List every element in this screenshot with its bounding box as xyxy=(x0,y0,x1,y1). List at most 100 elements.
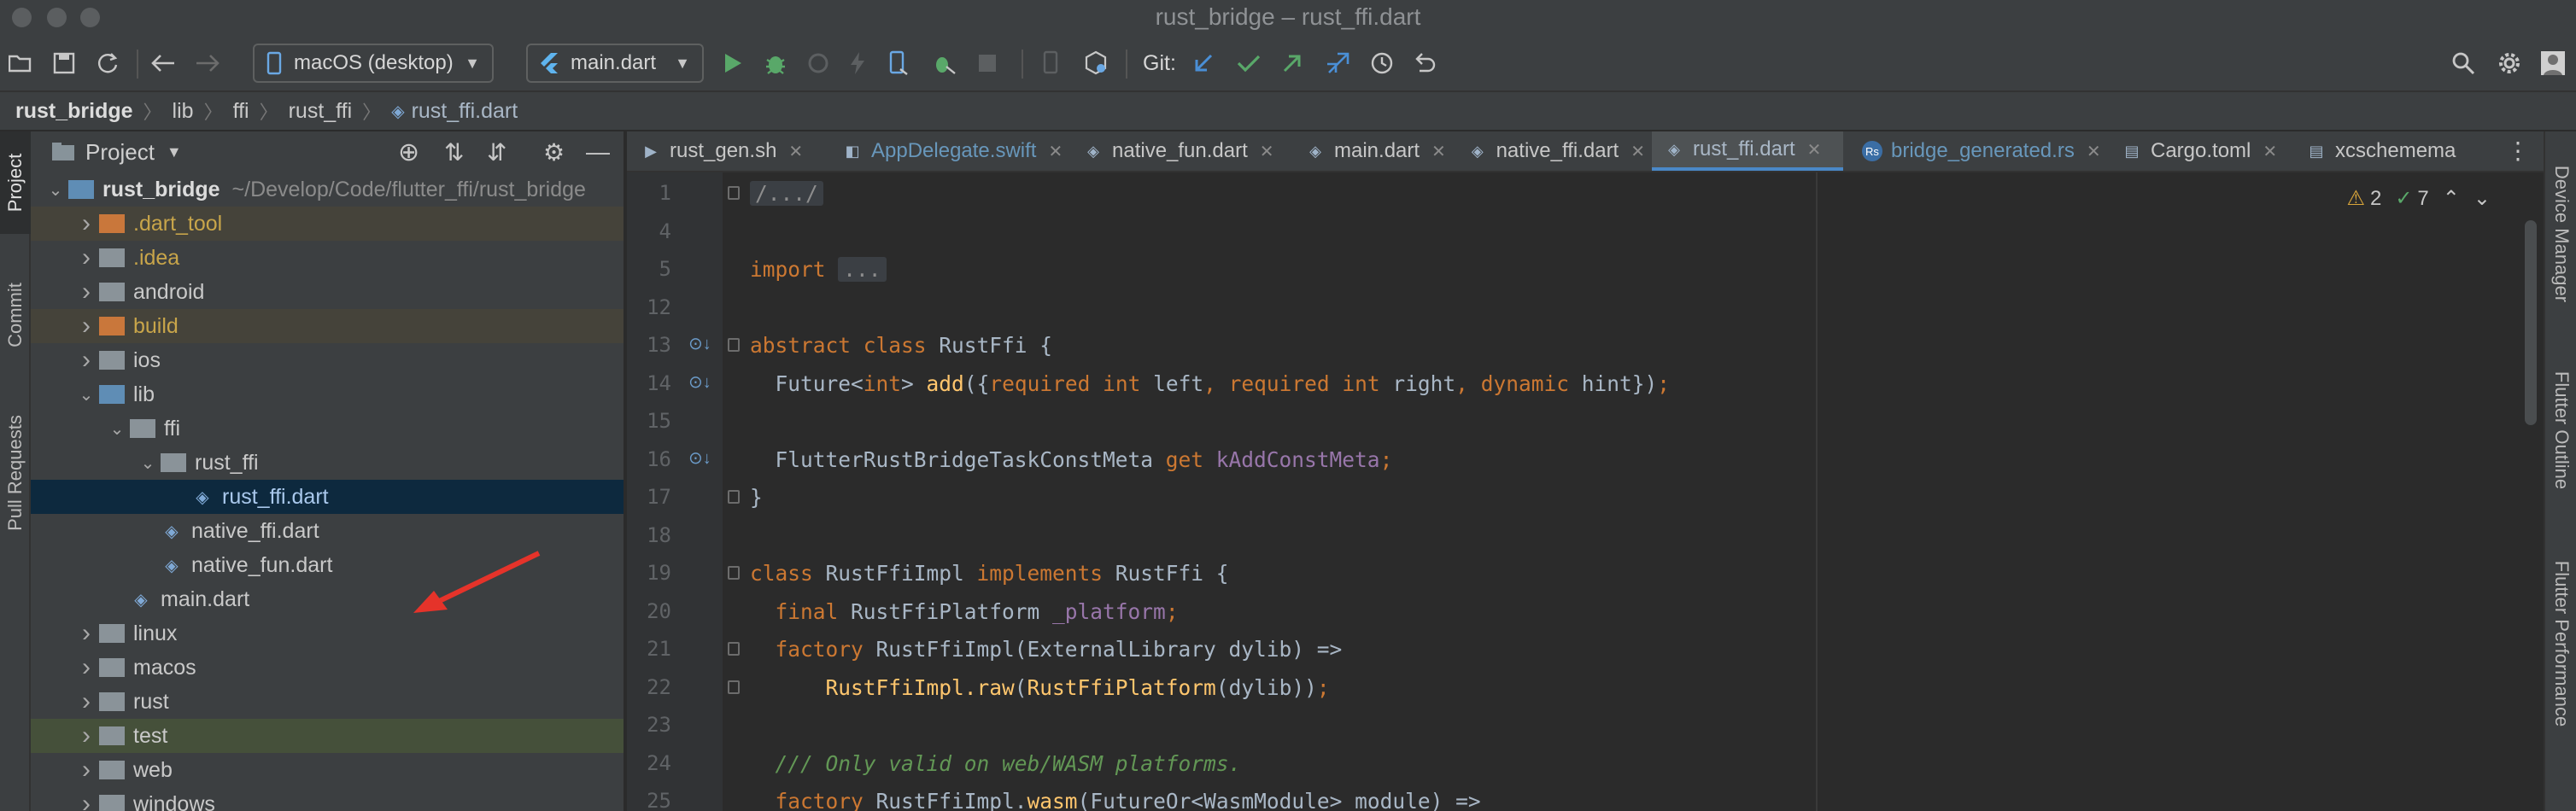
code-line[interactable]: abstract class RustFfi { xyxy=(750,333,1052,358)
git-merge-icon[interactable] xyxy=(1326,48,1351,79)
chevron-right-icon[interactable]: › xyxy=(73,756,99,785)
git-update-icon[interactable] xyxy=(1192,48,1215,79)
search-icon[interactable] xyxy=(2451,48,2475,79)
tool-tab-pull-requests[interactable]: Pull Requests xyxy=(0,388,31,558)
tree-item[interactable]: › .dart_tool xyxy=(31,207,624,241)
editor-tab[interactable]: ▶ rust_gen.sh ✕ xyxy=(629,131,823,171)
tool-tab-commit[interactable]: Commit xyxy=(0,251,31,379)
code-line[interactable]: factory RustFfiImpl.wasm(FutureOr<WasmMo… xyxy=(750,789,1481,811)
tool-tab-flutter-outline[interactable]: Flutter Outline xyxy=(2545,353,2576,507)
close-icon[interactable]: ✕ xyxy=(1260,141,1274,162)
close-icon[interactable]: ✕ xyxy=(1807,139,1822,160)
code-line[interactable]: factory RustFfiImpl(ExternalLibrary dyli… xyxy=(750,637,1343,662)
history-clock-icon[interactable] xyxy=(1370,48,1394,79)
tree-item[interactable]: ⌄ rust_ffi xyxy=(31,446,624,480)
chevron-up-icon[interactable]: ⌃ xyxy=(2443,186,2460,211)
tree-item[interactable]: › linux xyxy=(31,616,624,651)
chevron-right-icon[interactable]: › xyxy=(73,653,99,682)
fold-marker-icon[interactable] xyxy=(728,680,740,694)
chevron-right-icon[interactable]: › xyxy=(73,312,99,341)
chevron-right-icon[interactable]: › xyxy=(73,721,99,750)
chevron-right-icon[interactable]: › xyxy=(73,790,99,811)
editor-tab[interactable]: ◈ main.dart ✕ xyxy=(1293,131,1449,171)
breadcrumb-item[interactable]: rust_bridge xyxy=(15,99,133,124)
run-icon[interactable] xyxy=(723,48,743,79)
breadcrumb-item-current[interactable]: rust_ffi.dart xyxy=(412,99,518,124)
sync-icon[interactable] xyxy=(96,48,120,79)
chevron-down-icon[interactable]: ⌄ xyxy=(135,452,161,474)
tree-item[interactable]: › test xyxy=(31,719,624,753)
chevron-right-icon[interactable]: › xyxy=(73,243,99,272)
fold-marker-icon[interactable] xyxy=(728,642,740,656)
inspection-widget[interactable]: ⚠ 2 ✓ 7 ⌃ ⌄ xyxy=(2346,186,2491,211)
chevron-right-icon[interactable]: › xyxy=(73,209,99,238)
breadcrumb-item[interactable]: rust_ffi xyxy=(289,99,353,124)
stop-icon[interactable] xyxy=(977,48,998,79)
collapse-all-icon[interactable]: ⇵ xyxy=(487,138,506,166)
code-line[interactable]: import ... xyxy=(750,257,887,282)
tree-item[interactable]: › rust xyxy=(31,685,624,719)
editor-tab[interactable]: ◈ native_fun.dart ✕ xyxy=(1071,131,1286,171)
close-icon[interactable]: ✕ xyxy=(2087,141,2101,162)
code-line[interactable]: FlutterRustBridgeTaskConstMeta get kAddC… xyxy=(750,447,1393,472)
open-folder-icon[interactable] xyxy=(9,48,32,79)
tree-item[interactable]: › android xyxy=(31,275,624,309)
chevron-down-icon[interactable]: ⌄ xyxy=(2474,186,2491,211)
tool-tab-project[interactable]: Project xyxy=(0,131,31,234)
hot-reload-icon[interactable] xyxy=(849,48,866,79)
tree-item[interactable]: › build xyxy=(31,309,624,343)
close-icon[interactable]: ✕ xyxy=(1630,141,1645,162)
code-line[interactable]: Future<int> add({required int left, requ… xyxy=(750,371,1671,396)
forward-arrow-icon[interactable] xyxy=(195,48,220,79)
editor-tab[interactable]: ◈ native_ffi.dart ✕ xyxy=(1455,131,1645,171)
run-with-coverage-icon[interactable] xyxy=(931,48,957,79)
code-line[interactable]: /// Only valid on web/WASM platforms. xyxy=(750,751,1242,776)
code-line[interactable]: /.../ xyxy=(750,181,823,206)
expand-all-icon[interactable]: ⇅ xyxy=(444,138,464,166)
implementation-marker-icon[interactable]: ⊙↓ xyxy=(688,333,711,354)
editor-tab[interactable]: ▤ xcschemema xyxy=(2294,131,2465,171)
breadcrumb-item[interactable]: lib xyxy=(173,99,194,124)
git-push-icon[interactable] xyxy=(1281,48,1303,79)
code-line[interactable]: RustFfiImpl.raw(RustFfiPlatform(dylib)); xyxy=(750,675,1330,700)
fold-marker-icon[interactable] xyxy=(728,490,740,504)
device-selector[interactable]: macOS (desktop) ▼ xyxy=(253,44,494,83)
project-view-selector[interactable]: Project xyxy=(85,139,155,166)
hide-panel-icon[interactable]: — xyxy=(586,138,610,166)
attach-debugger-icon[interactable] xyxy=(806,48,830,79)
fold-marker-icon[interactable] xyxy=(728,186,740,200)
chevron-down-icon[interactable]: ⌄ xyxy=(104,418,130,440)
tree-item[interactable]: ◈ native_ffi.dart xyxy=(31,514,624,548)
package-icon[interactable] xyxy=(1083,48,1109,79)
implementation-marker-icon[interactable]: ⊙↓ xyxy=(688,371,711,393)
run-config-selector[interactable]: main.dart ▼ xyxy=(526,44,704,83)
device-file-icon[interactable] xyxy=(1042,48,1064,79)
breadcrumb-item[interactable]: ffi xyxy=(233,99,249,124)
tree-item[interactable]: › macos xyxy=(31,651,624,685)
close-icon[interactable]: ✕ xyxy=(2263,141,2277,162)
tool-tab-flutter-performance[interactable]: Flutter Performance xyxy=(2545,541,2576,746)
editor-tab[interactable]: ◧ AppDelegate.swift ✕ xyxy=(830,131,1064,171)
tool-tab-device-manager[interactable]: Device Manager xyxy=(2545,149,2576,319)
close-icon[interactable]: ✕ xyxy=(1431,141,1446,162)
code-line[interactable]: final RustFfiPlatform _platform; xyxy=(750,599,1179,624)
editor-tab[interactable]: Rs bridge_generated.rs ✕ xyxy=(1850,131,2103,171)
gear-icon[interactable] xyxy=(2497,48,2521,79)
chevron-right-icon[interactable]: › xyxy=(73,346,99,375)
back-arrow-icon[interactable] xyxy=(150,48,176,79)
chevron-right-icon[interactable]: › xyxy=(73,619,99,648)
tree-item[interactable]: ◈ rust_ffi.dart xyxy=(31,480,624,514)
tree-item[interactable]: ⌄ rust_bridge ~/Develop/Code/flutter_ffi/r… xyxy=(31,172,624,207)
tree-item[interactable]: › ios xyxy=(31,343,624,377)
editor-tab[interactable]: ▤ Cargo.toml ✕ xyxy=(2110,131,2287,171)
device-mirror-icon[interactable] xyxy=(888,48,909,79)
editor-tab[interactable]: ◈ rust_ffi.dart ✕ xyxy=(1652,131,1843,171)
locate-file-icon[interactable]: ⊕ xyxy=(398,137,419,167)
git-commit-icon[interactable] xyxy=(1237,48,1261,79)
editor-scrollbar[interactable] xyxy=(2525,220,2537,425)
rollback-icon[interactable] xyxy=(1413,48,1437,79)
code-line[interactable]: } xyxy=(750,485,763,510)
fold-marker-icon[interactable] xyxy=(728,338,740,352)
close-icon[interactable]: ✕ xyxy=(788,141,803,162)
chevron-down-icon[interactable]: ⌄ xyxy=(73,384,99,406)
